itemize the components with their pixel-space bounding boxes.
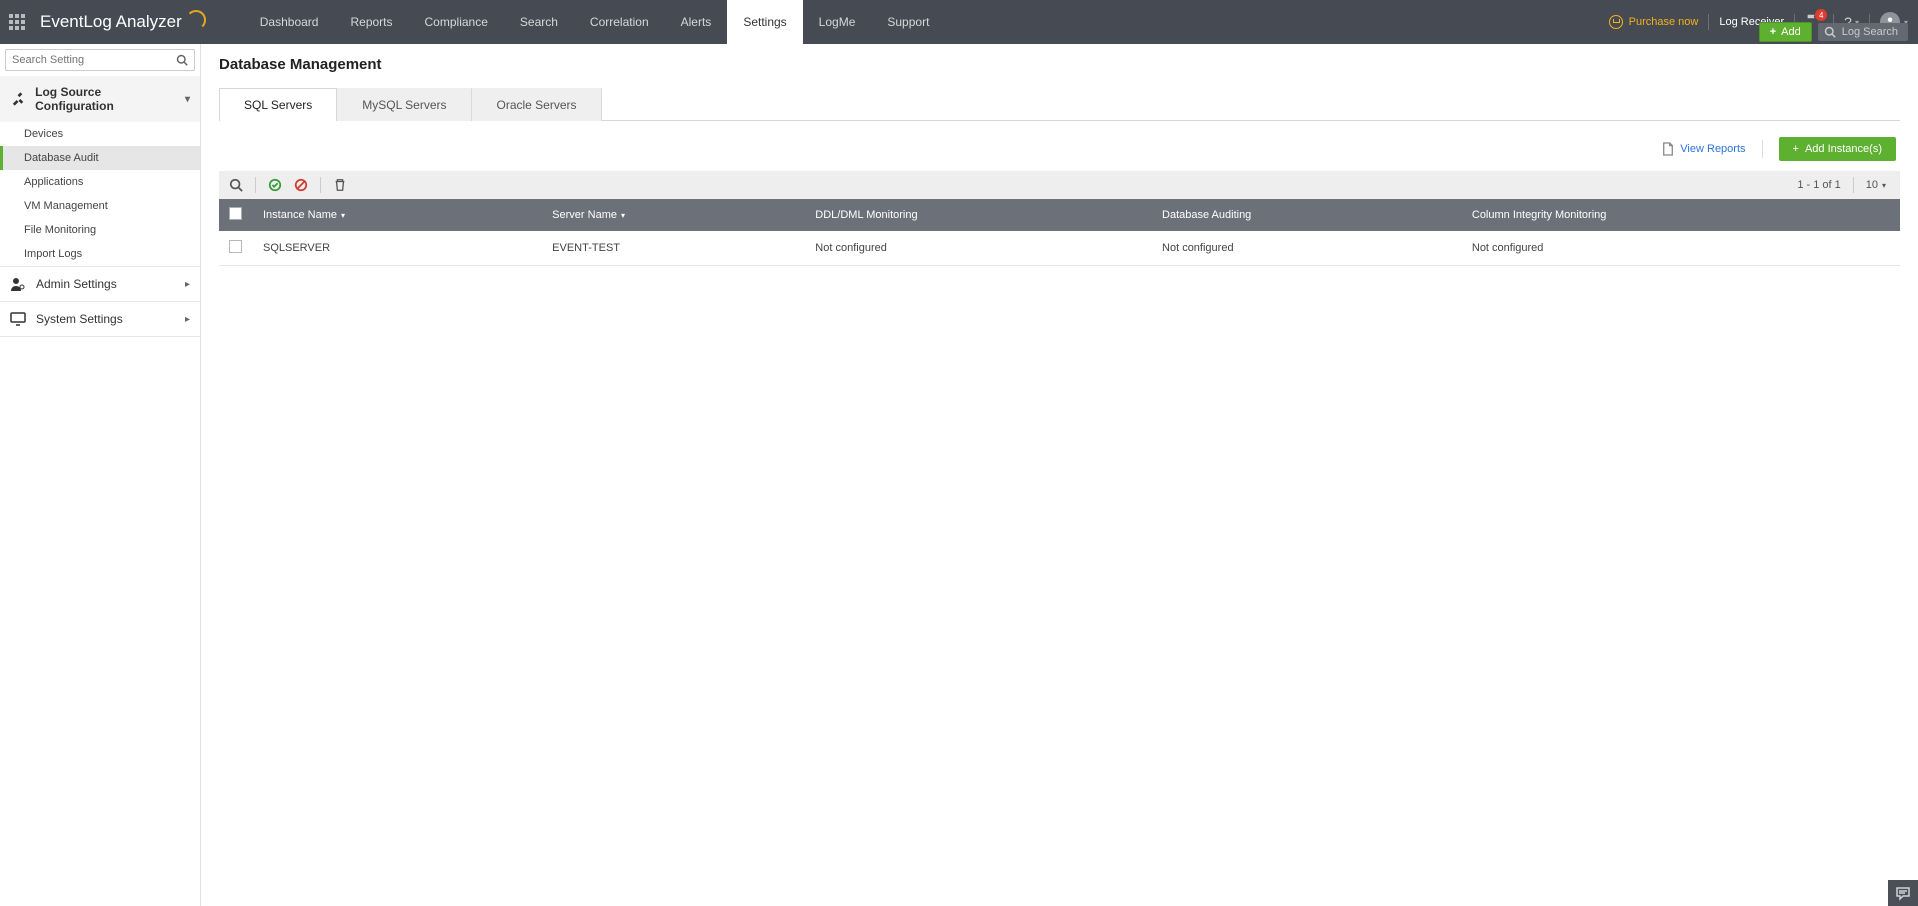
product-logo[interactable]: EventLog Analyzer bbox=[34, 0, 224, 44]
chevron-right-icon: ▸ bbox=[185, 314, 190, 325]
cell-ddl: Not configured bbox=[805, 231, 1152, 266]
chevron-right-icon: ▸ bbox=[185, 279, 190, 290]
sort-icon: ▾ bbox=[341, 211, 345, 220]
block-circle-icon bbox=[294, 178, 308, 192]
column-header[interactable]: Column Integrity Monitoring bbox=[1462, 199, 1900, 231]
cell-col: Not configured bbox=[1462, 231, 1900, 266]
search-setting-input[interactable] bbox=[5, 49, 195, 71]
sidebar-item-vm-management[interactable]: VM Management bbox=[0, 194, 200, 218]
instances-table: Instance Name▾Server Name▾DDL/DML Monito… bbox=[219, 199, 1900, 266]
disable-button[interactable] bbox=[294, 178, 308, 192]
main-nav: DashboardReportsComplianceSearchCorrelat… bbox=[244, 0, 946, 44]
nav-correlation[interactable]: Correlation bbox=[574, 0, 665, 44]
monitor-icon bbox=[10, 311, 26, 327]
sidebar-section-label: Admin Settings bbox=[36, 277, 117, 291]
sidebar-item-applications[interactable]: Applications bbox=[0, 170, 200, 194]
tools-icon bbox=[10, 91, 25, 107]
db-tabs: SQL ServersMySQL ServersOracle Servers bbox=[219, 87, 1900, 121]
view-reports-link[interactable]: View Reports bbox=[1662, 142, 1745, 156]
trash-icon bbox=[333, 178, 347, 192]
tab-oracle-servers[interactable]: Oracle Servers bbox=[472, 88, 602, 121]
add-button-label: Add bbox=[1781, 26, 1801, 38]
column-header[interactable]: DDL/DML Monitoring bbox=[805, 199, 1152, 231]
cell-instance: SQLSERVER bbox=[253, 231, 542, 266]
sidebar-section-label: System Settings bbox=[36, 312, 123, 326]
nav-compliance[interactable]: Compliance bbox=[409, 0, 504, 44]
chevron-down-icon: ▾ bbox=[1882, 181, 1886, 190]
delete-button[interactable] bbox=[333, 178, 347, 192]
nav-support[interactable]: Support bbox=[871, 0, 945, 44]
nav-search[interactable]: Search bbox=[504, 0, 574, 44]
cart-icon bbox=[1609, 15, 1623, 29]
nav-alerts[interactable]: Alerts bbox=[665, 0, 728, 44]
settings-sidebar: Log Source Configuration ▾ DevicesDataba… bbox=[0, 44, 201, 906]
check-circle-icon bbox=[268, 178, 282, 192]
chat-button[interactable] bbox=[1888, 880, 1918, 906]
global-add-button[interactable]: + Add bbox=[1759, 22, 1812, 42]
row-checkbox[interactable] bbox=[229, 240, 242, 253]
nav-settings[interactable]: Settings bbox=[727, 0, 802, 44]
document-icon bbox=[1662, 142, 1674, 156]
product-name: EventLog Analyzer bbox=[40, 12, 182, 32]
tab-mysql-servers[interactable]: MySQL Servers bbox=[337, 88, 471, 121]
sort-icon: ▾ bbox=[621, 211, 625, 220]
nav-dashboard[interactable]: Dashboard bbox=[244, 0, 335, 44]
pager-text: 1 - 1 of 1 bbox=[1797, 179, 1840, 191]
tab-sql-servers[interactable]: SQL Servers bbox=[219, 88, 337, 121]
search-icon[interactable] bbox=[176, 54, 188, 66]
sidebar-section-admin[interactable]: Admin Settings ▸ bbox=[0, 267, 200, 301]
page-title: Database Management bbox=[219, 56, 1900, 73]
sidebar-section-label: Log Source Configuration bbox=[35, 85, 175, 113]
sidebar-item-import-logs[interactable]: Import Logs bbox=[0, 242, 200, 266]
app-launcher-icon[interactable] bbox=[0, 0, 34, 44]
plus-icon: + bbox=[1793, 143, 1799, 155]
sidebar-item-devices[interactable]: Devices bbox=[0, 122, 200, 146]
page-size-value: 10 bbox=[1866, 179, 1878, 191]
table-search-button[interactable] bbox=[229, 178, 243, 192]
select-all-checkbox[interactable] bbox=[229, 207, 242, 220]
log-search-label: Log Search bbox=[1842, 26, 1898, 38]
purchase-link[interactable]: Purchase now bbox=[1609, 15, 1699, 29]
search-icon bbox=[1824, 26, 1836, 38]
add-instance-label: Add Instance(s) bbox=[1805, 143, 1882, 155]
sidebar-item-file-monitoring[interactable]: File Monitoring bbox=[0, 218, 200, 242]
chat-icon bbox=[1895, 885, 1911, 901]
log-search-button[interactable]: Log Search bbox=[1818, 23, 1908, 41]
sidebar-item-database-audit[interactable]: Database Audit bbox=[0, 146, 200, 170]
table-toolbar: 1 - 1 of 1 10 ▾ bbox=[219, 171, 1900, 199]
user-gear-icon bbox=[10, 276, 26, 292]
search-icon bbox=[229, 178, 243, 192]
nav-reports[interactable]: Reports bbox=[334, 0, 408, 44]
notification-badge: 4 bbox=[1815, 9, 1827, 21]
separator bbox=[1762, 140, 1763, 158]
chevron-down-icon: ▾ bbox=[185, 94, 190, 105]
sidebar-section-log-source[interactable]: Log Source Configuration ▾ bbox=[0, 76, 200, 122]
table-row: SQLSERVEREVENT-TESTNot configuredNot con… bbox=[219, 231, 1900, 266]
column-header[interactable]: Database Auditing bbox=[1152, 199, 1462, 231]
cell-server: EVENT-TEST bbox=[542, 231, 805, 266]
column-header[interactable]: Instance Name▾ bbox=[253, 199, 542, 231]
page-size-select[interactable]: 10 ▾ bbox=[1853, 177, 1890, 193]
sidebar-section-system[interactable]: System Settings ▸ bbox=[0, 302, 200, 336]
purchase-label: Purchase now bbox=[1629, 16, 1699, 28]
plus-icon: + bbox=[1770, 26, 1776, 38]
column-header[interactable]: Server Name▾ bbox=[542, 199, 805, 231]
add-instance-button[interactable]: + Add Instance(s) bbox=[1779, 137, 1896, 161]
main-content: Database Management SQL ServersMySQL Ser… bbox=[201, 44, 1918, 906]
cell-audit: Not configured bbox=[1152, 231, 1462, 266]
view-reports-label: View Reports bbox=[1680, 143, 1745, 155]
enable-button[interactable] bbox=[268, 178, 282, 192]
logo-swoosh-icon bbox=[186, 10, 206, 30]
nav-logme[interactable]: LogMe bbox=[803, 0, 872, 44]
